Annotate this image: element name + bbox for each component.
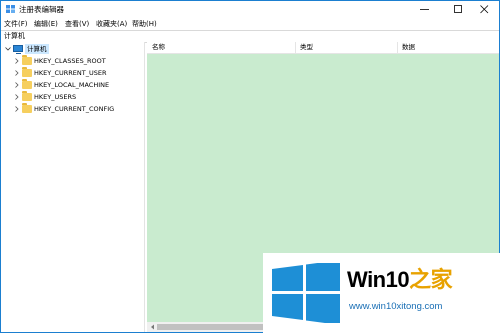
folder-icon (22, 91, 32, 101)
tree-item-hkey-current-config[interactable]: HKEY_CURRENT_CONFIG (1, 103, 144, 115)
close-icon (480, 5, 489, 14)
scroll-left-icon[interactable] (150, 324, 155, 330)
column-header-type[interactable]: 类型 (300, 43, 313, 52)
address-path: 计算机 (4, 32, 25, 40)
tree-item-hkey-current-user[interactable]: HKEY_CURRENT_USER (1, 67, 144, 79)
watermark-url: www.win10xitong.com (349, 301, 443, 312)
menu-view[interactable]: 查看(V) (65, 19, 89, 29)
folder-icon (22, 67, 32, 77)
watermark-brand: Win10之家 (347, 267, 453, 293)
watermark: Win10之家 www.win10xitong.com (263, 253, 500, 333)
title-bar[interactable]: 注册表编辑器 (1, 1, 499, 18)
menu-edit[interactable]: 编辑(E) (34, 19, 58, 29)
minimize-icon (420, 9, 429, 10)
menu-help[interactable]: 帮助(H) (132, 19, 157, 29)
chevron-right-icon[interactable] (14, 58, 20, 64)
watermark-brand-accent: 之家 (409, 267, 453, 292)
menu-favorites[interactable]: 收藏夹(A) (96, 19, 127, 29)
folder-icon (22, 79, 32, 89)
tree-item-label: HKEY_CLASSES_ROOT (34, 57, 106, 65)
registry-tree: 计算机 HKEY_CLASSES_ROOT HKEY_CURRENT_USER … (1, 42, 145, 332)
registry-editor-app-icon (6, 5, 15, 13)
chevron-right-icon[interactable] (14, 94, 20, 100)
watermark-brand-main: Win10 (347, 267, 410, 292)
tree-item-label: HKEY_LOCAL_MACHINE (34, 81, 110, 89)
menu-bar: 文件(F) 编辑(E) 查看(V) 收藏夹(A) 帮助(H) (1, 18, 499, 30)
folder-icon (22, 55, 32, 65)
maximize-button[interactable] (445, 1, 473, 18)
chevron-right-icon[interactable] (14, 106, 20, 112)
window-title: 注册表编辑器 (19, 5, 64, 14)
tree-item-hkey-local-machine[interactable]: HKEY_LOCAL_MACHINE (1, 79, 144, 91)
maximize-icon (454, 5, 462, 13)
tree-item-label: HKEY_CURRENT_USER (34, 69, 107, 77)
tree-item-label: HKEY_CURRENT_CONFIG (34, 105, 115, 113)
windows-logo-icon (272, 263, 340, 323)
chevron-down-icon[interactable] (5, 46, 11, 52)
column-header-row: 名称 类型 数据 (147, 42, 499, 54)
tree-root-computer[interactable]: 计算机 (1, 44, 144, 55)
computer-icon (13, 45, 23, 54)
close-button[interactable] (471, 1, 499, 18)
minimize-button[interactable] (411, 1, 439, 18)
tree-item-hkey-users[interactable]: HKEY_USERS (1, 91, 144, 103)
tree-item-hkey-classes-root[interactable]: HKEY_CLASSES_ROOT (1, 55, 144, 67)
folder-icon (22, 103, 32, 113)
tree-root-label: 计算机 (25, 44, 49, 54)
tree-item-label: HKEY_USERS (34, 93, 77, 101)
column-header-name[interactable]: 名称 (152, 43, 165, 52)
chevron-right-icon[interactable] (14, 82, 20, 88)
column-header-data[interactable]: 数据 (402, 43, 415, 52)
scrollbar-thumb[interactable] (157, 324, 277, 330)
chevron-right-icon[interactable] (14, 70, 20, 76)
menu-file[interactable]: 文件(F) (4, 19, 28, 29)
column-divider[interactable] (397, 42, 398, 53)
column-divider[interactable] (295, 42, 296, 53)
